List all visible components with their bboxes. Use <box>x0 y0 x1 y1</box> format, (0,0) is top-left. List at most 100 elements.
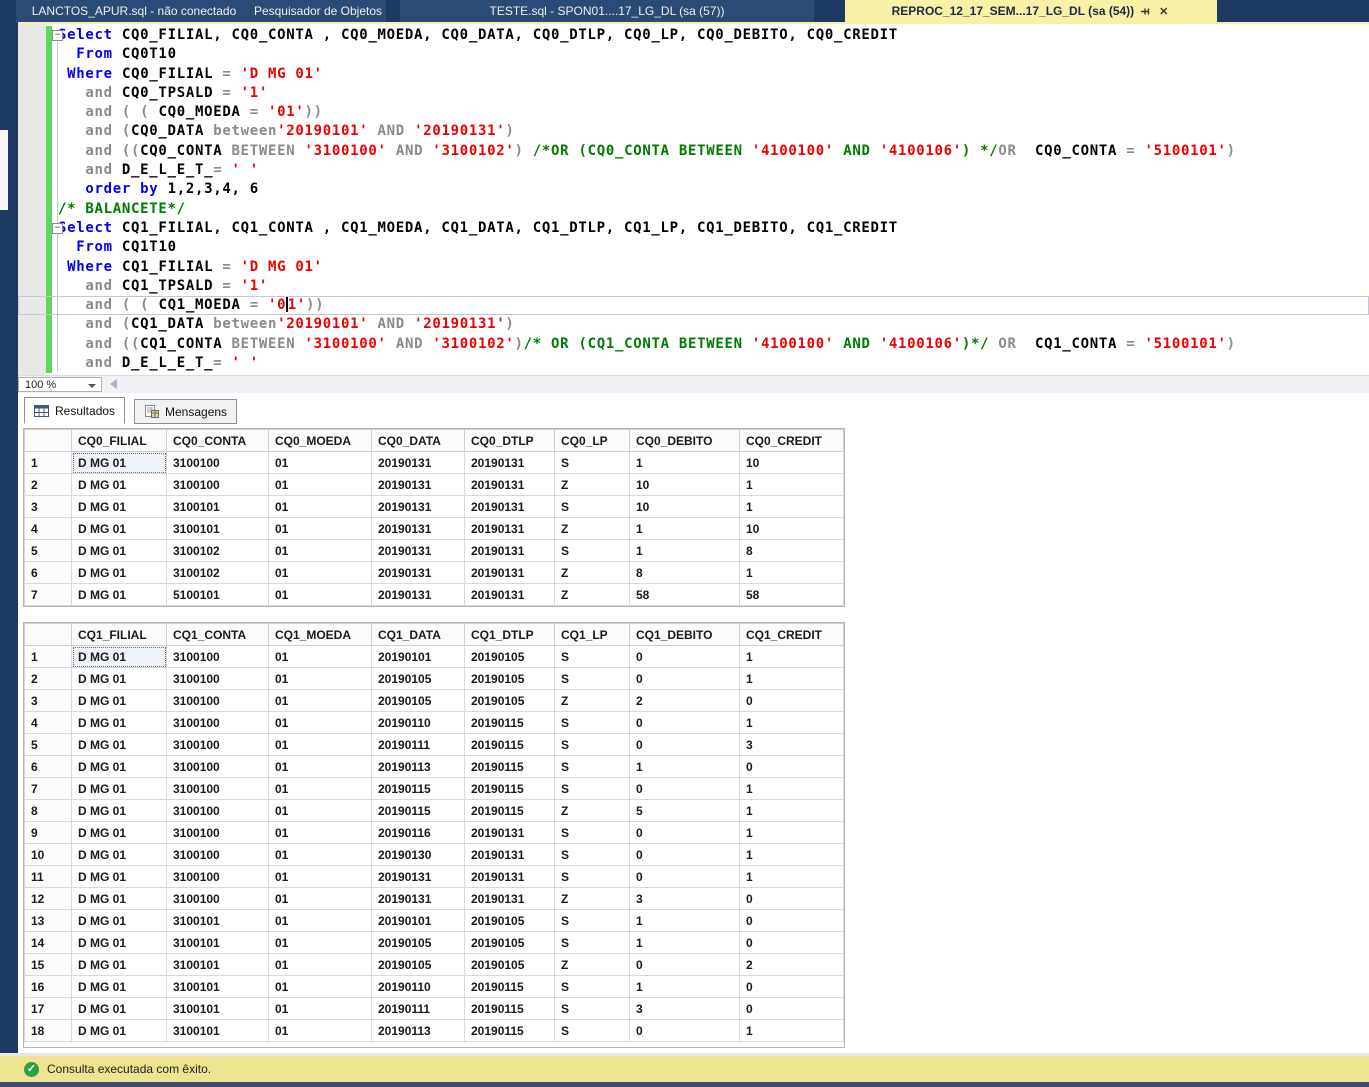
grid-cell[interactable]: 1 <box>739 495 844 518</box>
grid-cell[interactable]: 01 <box>268 583 372 606</box>
grid-cell[interactable]: 01 <box>268 909 372 932</box>
grid-cell[interactable]: 0 <box>739 887 844 910</box>
code-line[interactable]: /* BALANCETE*/ <box>18 200 1369 219</box>
editor-pane[interactable]: Select CQ0_FILIAL, CQ0_CONTA , CQ0_MOEDA… <box>18 24 1369 375</box>
grid-cell[interactable]: 0 <box>629 821 740 844</box>
grid-cell[interactable]: 3100100 <box>166 777 269 800</box>
column-header[interactable]: CQ0_DATA <box>371 429 465 452</box>
grid-cell[interactable]: 3100100 <box>166 821 269 844</box>
grid-cell[interactable]: 01 <box>268 821 372 844</box>
grid-cell[interactable]: 20190131 <box>464 843 555 866</box>
grid-cell[interactable]: 01 <box>268 733 372 756</box>
code-line[interactable]: and ((CQ0_CONTA BETWEEN '3100100' AND '3… <box>18 142 1369 161</box>
grid-cell[interactable]: 01 <box>268 799 372 822</box>
grid-cell[interactable]: 3100100 <box>166 843 269 866</box>
grid-cell[interactable]: 01 <box>268 997 372 1020</box>
column-header[interactable]: CQ1_MOEDA <box>268 623 372 646</box>
column-header[interactable]: CQ0_DTLP <box>464 429 555 452</box>
grid-cell[interactable]: 1 <box>739 711 844 734</box>
grid-cell[interactable]: S <box>554 931 630 954</box>
grid-cell[interactable]: 20190131 <box>464 865 555 888</box>
grid-cell[interactable]: 1 <box>629 975 740 998</box>
grid-cell[interactable]: 3100101 <box>166 1019 269 1042</box>
grid-cell[interactable]: 20190105 <box>371 931 465 954</box>
grid-cell[interactable]: S <box>554 539 630 562</box>
grid-cell[interactable]: 20190105 <box>464 645 555 668</box>
code-line[interactable]: order by 1,2,3,4, 6 <box>18 180 1369 199</box>
grid-cell[interactable]: 0 <box>739 909 844 932</box>
grid-cell[interactable]: D MG 01 <box>71 777 167 800</box>
grid-cell[interactable]: D MG 01 <box>71 645 167 668</box>
row-number[interactable]: 9 <box>24 821 72 844</box>
row-number[interactable]: 12 <box>24 887 72 910</box>
grid-cell[interactable]: 0 <box>629 711 740 734</box>
grid-cell[interactable]: Z <box>554 517 630 540</box>
grid-cell[interactable]: D MG 01 <box>71 909 167 932</box>
grid-cell[interactable]: 10 <box>739 451 844 474</box>
grid-cell[interactable]: 20190131 <box>464 821 555 844</box>
grid-cell[interactable]: 8 <box>739 539 844 562</box>
row-number[interactable]: 7 <box>24 777 72 800</box>
grid-cell[interactable]: S <box>554 843 630 866</box>
grid-cell[interactable]: 01 <box>268 843 372 866</box>
column-header[interactable]: CQ1_CREDIT <box>739 623 844 646</box>
code-line[interactable]: and CQ0_TPSALD = '1' <box>18 84 1369 103</box>
grid-cell[interactable]: 1 <box>629 451 740 474</box>
grid-cell[interactable]: D MG 01 <box>71 711 167 734</box>
grid-cell[interactable]: 1 <box>739 843 844 866</box>
grid-cell[interactable]: 20190131 <box>464 539 555 562</box>
row-number[interactable]: 2 <box>24 473 72 496</box>
grid-cell[interactable]: 20190131 <box>464 583 555 606</box>
grid-cell[interactable]: 1 <box>739 1019 844 1042</box>
grid-cell[interactable]: 01 <box>268 865 372 888</box>
grid-cell[interactable]: 20190105 <box>464 667 555 690</box>
grid-cell[interactable]: 3100101 <box>166 997 269 1020</box>
code-line[interactable]: and D_E_L_E_T_= ' ' <box>18 161 1369 180</box>
grid-cell[interactable]: D MG 01 <box>71 997 167 1020</box>
grid-cell[interactable]: D MG 01 <box>71 865 167 888</box>
grid-cell[interactable]: 20190105 <box>464 953 555 976</box>
code-line[interactable]: From CQ1T10 <box>18 238 1369 257</box>
grid-cell[interactable]: 3100101 <box>166 953 269 976</box>
grid-cell[interactable]: D MG 01 <box>71 843 167 866</box>
row-number[interactable]: 6 <box>24 561 72 584</box>
column-header[interactable]: CQ1_DATA <box>371 623 465 646</box>
grid-cell[interactable]: D MG 01 <box>71 451 167 474</box>
grid-cell[interactable]: S <box>554 451 630 474</box>
grid-cell[interactable]: 0 <box>629 865 740 888</box>
grid-cell[interactable]: 10 <box>629 473 740 496</box>
grid-cell[interactable]: 20190115 <box>464 997 555 1020</box>
row-number[interactable]: 4 <box>24 517 72 540</box>
grid-cell[interactable]: 20190130 <box>371 843 465 866</box>
grid-cell[interactable]: 20190115 <box>464 777 555 800</box>
grid-cell[interactable]: 01 <box>268 539 372 562</box>
pin-icon[interactable] <box>1140 6 1151 17</box>
column-header[interactable]: CQ0_DEBITO <box>629 429 740 452</box>
grid-cell[interactable]: 20190110 <box>371 975 465 998</box>
code-line[interactable]: Select CQ0_FILIAL, CQ0_CONTA , CQ0_MOEDA… <box>18 26 1369 45</box>
grid-cell[interactable]: 20190115 <box>464 975 555 998</box>
code-line[interactable]: Where CQ1_FILIAL = 'D MG 01' <box>18 258 1369 277</box>
grid-cell[interactable]: 1 <box>629 539 740 562</box>
grid-cell[interactable]: 20190131 <box>464 561 555 584</box>
grid-cell[interactable]: 20190131 <box>371 473 465 496</box>
grid-cell[interactable]: 0 <box>629 1019 740 1042</box>
grid-cell[interactable]: S <box>554 733 630 756</box>
tab-mensagens[interactable]: Mensagens <box>134 399 238 424</box>
results-grid-1[interactable]: CQ0_FILIAL CQ0_CONTA CQ0_MOEDA CQ0_DATA CQ0_… <box>23 428 845 607</box>
code-line[interactable]: and (CQ0_DATA between'20190101' AND '201… <box>18 122 1369 141</box>
grid-cell[interactable]: 20190131 <box>464 473 555 496</box>
grid-cell[interactable]: 20190131 <box>371 495 465 518</box>
document-tab-4[interactable]: REPROC_12_17_SEM...17_LG_DL (sa (54)) ✕ <box>845 0 1217 22</box>
column-header[interactable]: CQ0_LP <box>554 429 630 452</box>
grid-cell[interactable]: 20190131 <box>371 865 465 888</box>
grid-cell[interactable]: D MG 01 <box>71 473 167 496</box>
grid-cell[interactable]: D MG 01 <box>71 689 167 712</box>
grid-cell[interactable]: 10 <box>739 517 844 540</box>
grid-cell[interactable]: D MG 01 <box>71 561 167 584</box>
code-line[interactable]: Select CQ1_FILIAL, CQ1_CONTA , CQ1_MOEDA… <box>18 219 1369 238</box>
grid-cell[interactable]: 3100100 <box>166 755 269 778</box>
grid-cell[interactable]: S <box>554 865 630 888</box>
grid-cell[interactable]: 20190131 <box>371 583 465 606</box>
code-line[interactable]: From CQ0T10 <box>18 45 1369 64</box>
